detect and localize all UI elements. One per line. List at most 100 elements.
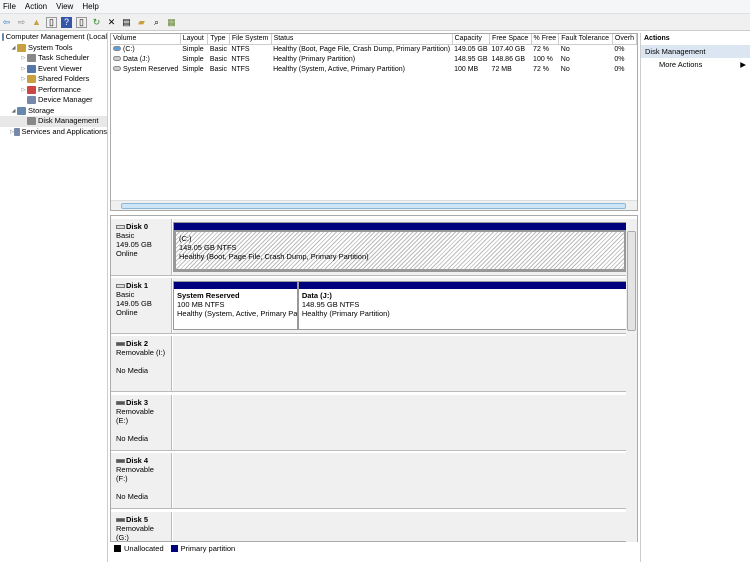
tree-item[interactable]: ◢ Storage bbox=[0, 106, 107, 117]
table-row[interactable]: Data (J:) Simple Basic NTFS Healthy (Primary… bbox=[111, 54, 637, 64]
expander-icon[interactable]: ▷ bbox=[20, 53, 27, 64]
tree-item[interactable]: ▷ Performance bbox=[0, 85, 107, 96]
column-header[interactable]: Capacity bbox=[452, 34, 491, 45]
menu-file[interactable]: File bbox=[0, 2, 22, 11]
table-cell: 149.05 GB bbox=[452, 44, 489, 54]
tree-item-label: Shared Folders bbox=[38, 74, 90, 83]
expander-icon[interactable]: ▷ bbox=[20, 85, 27, 96]
show-hide-action-pane-icon[interactable]: ▯ bbox=[76, 16, 87, 28]
disk-row: Disk 5 Removable (G:) bbox=[111, 512, 627, 542]
disk-state: No Media bbox=[116, 434, 149, 443]
cell-text: Basic bbox=[209, 55, 227, 63]
menu-view[interactable]: View bbox=[53, 2, 79, 11]
column-header[interactable]: Volume bbox=[111, 34, 181, 45]
table-row[interactable]: (C:) Simple Basic NTFS Healthy (Boot, Page F… bbox=[111, 44, 637, 54]
delete-icon[interactable]: ✕ bbox=[106, 17, 117, 28]
disk-settings-icon[interactable]: ▦ bbox=[166, 17, 177, 28]
cell-text: 72 % bbox=[533, 65, 550, 73]
expander-icon[interactable]: ◢ bbox=[10, 43, 17, 54]
disk-label[interactable]: Disk 3 Removable (E:) No Media bbox=[111, 395, 172, 450]
disk-type: Removable (I:) bbox=[116, 348, 166, 357]
disk-label[interactable]: Disk 2 Removable (I:) No Media bbox=[111, 336, 172, 391]
tree-item[interactable]: ▷ Shared Folders bbox=[0, 74, 107, 85]
scrollbar-thumb[interactable] bbox=[627, 231, 636, 331]
column-header[interactable]: Free Space bbox=[489, 34, 532, 45]
tree-item[interactable]: ▷ Services and Applications bbox=[0, 127, 107, 138]
table-cell: Data (J:) bbox=[111, 54, 180, 64]
removable-disk-icon bbox=[116, 342, 125, 346]
disk-pane: Disk 0 Basic 149.05 GB Online (C:) 149.05 GB … bbox=[110, 215, 638, 542]
tree-item-label: Event Viewer bbox=[38, 63, 83, 73]
cell-text: 0% bbox=[614, 55, 625, 63]
search-icon[interactable]: ⌕ bbox=[151, 17, 162, 28]
column-header[interactable]: File System bbox=[229, 34, 272, 45]
disk-name-text: Disk 0 bbox=[126, 222, 149, 231]
back-icon[interactable]: ⇦ bbox=[1, 17, 12, 28]
table-cell: Basic bbox=[208, 64, 229, 74]
actions-section-disk-management[interactable]: Disk Management bbox=[641, 45, 750, 58]
tree-node-icon bbox=[27, 85, 36, 94]
disk-label[interactable]: Disk 4 Removable (F:) No Media bbox=[111, 453, 172, 508]
menu-action[interactable]: Action bbox=[22, 2, 53, 11]
tree-item[interactable]: Disk Management bbox=[0, 116, 107, 127]
disk-label[interactable]: Disk 1 Basic 149.05 GB Online bbox=[111, 278, 172, 333]
expander-icon[interactable]: ▷ bbox=[20, 64, 27, 75]
disk-row: Disk 3 Removable (E:) No Media bbox=[111, 395, 627, 451]
tree-item[interactable]: ▷ Event Viewer bbox=[0, 64, 107, 75]
disk-size bbox=[116, 483, 166, 492]
tree-item[interactable]: Device Manager bbox=[0, 95, 107, 106]
expander-icon[interactable]: ▷ bbox=[20, 74, 27, 85]
help-icon[interactable]: ? bbox=[61, 16, 72, 28]
more-actions-item[interactable]: More Actions ▶ bbox=[641, 58, 750, 72]
removable-disk-icon bbox=[116, 518, 125, 522]
partition-text: System Reserved 100 MB NTFS Healthy (Syste… bbox=[174, 289, 297, 320]
table-cell: Simple bbox=[180, 54, 208, 64]
disk-type: Removable (G:) bbox=[116, 524, 154, 542]
removable-disk-icon bbox=[116, 401, 125, 405]
partition-size: 148.95 GB NTFS bbox=[301, 300, 360, 309]
column-header[interactable]: Fault Tolerance bbox=[558, 34, 613, 45]
cell-text: 149.05 GB bbox=[454, 45, 488, 53]
legend-unallocated: Unallocated bbox=[124, 544, 164, 553]
disk-row: Disk 4 Removable (F:) No Media bbox=[111, 453, 627, 509]
menu-help[interactable]: Help bbox=[79, 2, 104, 11]
tree-item[interactable]: ▷ Task Scheduler bbox=[0, 53, 107, 64]
vertical-scrollbar[interactable] bbox=[626, 219, 637, 542]
disk-type: Basic bbox=[116, 290, 135, 299]
cell-text: System Reserved bbox=[123, 65, 179, 73]
horizontal-scrollbar[interactable] bbox=[111, 200, 637, 210]
open-icon[interactable]: ▰ bbox=[136, 17, 147, 28]
partition[interactable]: System Reserved 100 MB NTFS Healthy (Syste… bbox=[173, 281, 298, 330]
properties-icon[interactable]: ▤ bbox=[121, 17, 132, 28]
hard-disk-icon bbox=[116, 225, 125, 229]
column-header[interactable]: Overh bbox=[612, 34, 638, 45]
forward-icon[interactable]: ⇨ bbox=[16, 17, 27, 28]
partition[interactable]: Data (J:) 148.95 GB NTFS Healthy (Primary … bbox=[297, 281, 627, 330]
tree-node-icon bbox=[1, 33, 4, 42]
refresh-icon[interactable]: ↻ bbox=[91, 17, 102, 28]
expander-icon[interactable]: ◢ bbox=[10, 106, 17, 117]
volume-icon bbox=[113, 45, 121, 51]
tree-item[interactable]: ◢ System Tools bbox=[0, 43, 107, 54]
table-row[interactable]: System Reserved Simple Basic NTFS Healthy (S… bbox=[111, 64, 637, 74]
tree-item[interactable]: Computer Management (Local bbox=[0, 32, 107, 43]
disk-name: Disk 1 bbox=[116, 281, 166, 290]
disk-label[interactable]: Disk 5 Removable (G:) bbox=[111, 512, 172, 542]
cell-text: 148.86 GB bbox=[491, 55, 526, 63]
column-header[interactable]: Status bbox=[271, 34, 453, 45]
partition[interactable]: (C:) 149.05 GB NTFS Healthy (Boot, Page Fi… bbox=[173, 222, 627, 272]
up-folder-icon[interactable]: ▲ bbox=[31, 17, 42, 28]
table-cell: 72 % bbox=[531, 64, 559, 74]
column-header[interactable]: Layout bbox=[180, 34, 209, 45]
scrollbar-thumb[interactable] bbox=[121, 203, 626, 209]
disk-name: Disk 0 bbox=[116, 222, 166, 231]
column-header[interactable]: Type bbox=[207, 34, 230, 45]
more-actions-label: More Actions bbox=[659, 60, 703, 69]
table-cell: Healthy (Boot, Page File, Crash Dump, Pr… bbox=[271, 44, 452, 54]
actions-title: Actions bbox=[644, 35, 670, 42]
table-cell: Simple bbox=[180, 64, 208, 74]
disk-label[interactable]: Disk 0 Basic 149.05 GB Online bbox=[111, 219, 172, 275]
toolbar: ⇦ ⇨ ▲ ▯ ? ▯ ↻ ✕ ▤ ▰ ⌕ ▦ bbox=[0, 14, 750, 31]
column-header[interactable]: % Free bbox=[531, 34, 560, 45]
show-hide-tree-icon[interactable]: ▯ bbox=[46, 16, 57, 28]
